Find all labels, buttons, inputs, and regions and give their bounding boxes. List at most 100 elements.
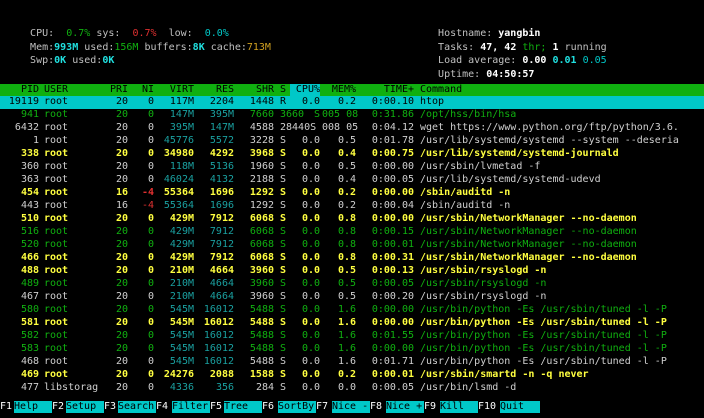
cell-pri: 20 [115,226,128,237]
cell-pri: 20 [115,213,128,224]
cell-virt: 117M [169,96,194,107]
col-command[interactable]: Command [420,84,462,96]
fkey-f10[interactable]: F10 [478,401,497,413]
fkey-f5-label[interactable]: Tree [224,401,262,413]
cell-pri: 20 [115,343,128,354]
fkey-f5[interactable]: F5 [210,401,223,413]
cell-pri: 16 [115,187,128,198]
table-row[interactable]: 1 root 20 0 45776 5572 3228 S 0.0 0.5 0:01.78/usr/… [0,135,704,148]
fkey-f8[interactable]: F8 [370,401,383,413]
cell-cpu: 0.0 [301,304,320,315]
cell-pid: 1 [32,135,39,146]
cell-virt: 55364 [163,187,194,198]
cell-mem: 0.5 [337,135,356,146]
table-row[interactable]: 510 root 20 0 429M 7912 6068 S 0.0 0.8 0:00.00/usr… [0,213,704,226]
fkey-f9[interactable]: F9 [424,401,437,413]
cell-pid: 466 [20,252,39,263]
table-row[interactable]: 466 root 20 0 429M 7912 6068 S 0.0 0.8 0:00.31/usr… [0,252,704,265]
fkey-f9-label[interactable]: Kill [440,401,478,413]
col-virt[interactable]: VIRT [158,84,194,96]
table-row[interactable]: 443 root 16 -4 55364 1696 1292 S 0.0 0.2 0:00.04/s… [0,200,704,213]
cell-time: 0:31.86 [371,109,414,120]
fkey-f7-label[interactable]: Nice - [332,401,370,413]
swp-label: Swp: [30,55,55,66]
cell-time: 0:00.00 [371,161,414,172]
fkey-f3[interactable]: F3 [104,401,117,413]
col-mem[interactable]: MEM% [322,84,356,96]
table-row[interactable]: 363 root 20 0 46024 4132 2188 S 0.0 0.4 0:00.05/us… [0,174,704,187]
table-row[interactable]: 488 root 20 0 210M 4664 3960 S 0.0 0.5 0:00.13/usr… [0,265,704,278]
cell-mem: 0.4 [337,148,356,159]
col-time[interactable]: TIME+ [360,84,414,96]
table-row[interactable]: 520 root 20 0 429M 7912 6068 S 0.0 0.8 0:00.01/usr… [0,239,704,252]
fkey-f4[interactable]: F4 [156,401,169,413]
cell-cpu: 0.0 [301,239,320,250]
col-shr[interactable]: SHR [238,84,274,96]
cell-s: S [280,187,287,198]
fkey-f3-label[interactable]: Search [118,401,156,413]
column-header: PID USER PRI NI VIRT RES SHR S CPU% MEM%… [0,84,704,96]
col-pid[interactable]: PID [0,84,39,96]
fkey-f10-label[interactable]: Quit [500,401,540,413]
col-res[interactable]: RES [198,84,234,96]
cell-time: 0:00.05 [371,278,414,289]
cell-res: 2088 [209,369,234,380]
cell-user: root [44,187,69,198]
cell-time: 0:00.15 [371,226,414,237]
table-row[interactable]: 454 root 16 -4 55364 1696 1292 S 0.0 0.2 0:00.00/s… [0,187,704,200]
fkey-f2[interactable]: F2 [52,401,65,413]
fkey-f4-label[interactable]: Filter [172,401,210,413]
fkey-f6[interactable]: F6 [262,401,275,413]
table-row[interactable]: 582 root 20 0 545M 16012 5488 S 0.0 1.6 0:01.55/us… [0,330,704,343]
table-row[interactable]: 583 root 20 0 545M 16012 5488 S 0.0 1.6 0:00.00/us… [0,343,704,356]
cell-s: S [280,174,287,185]
col-cpu[interactable]: CPU% [290,84,320,96]
cell-ni: 0 [147,148,154,159]
table-row[interactable]: 468 root 20 0 545M 16012 5488 S 0.0 1.6 0:01.71/us… [0,356,704,369]
cell-cpu: 0.0 [301,135,320,146]
cell-virt: 45776 [163,135,194,146]
table-row[interactable]: 580 root 20 0 545M 16012 5488 S 0.0 1.6 0:00.00/us… [0,304,704,317]
table-row[interactable]: 941 root 20 0 147M 395M 7660 3660 S 005 08 0:31.86… [0,109,704,122]
fkey-f6-label[interactable]: SortBy [278,401,316,413]
cache-label: cache: [210,42,247,53]
cpu-meter: CPU: 0.7% sys: 0.7% low: 0.0% [18,16,229,39]
fkey-f2-label[interactable]: Setup [66,401,104,413]
cell-cmd: /sbin/auditd -n [420,187,511,198]
col-pri[interactable]: PRI [100,84,128,96]
cell-shr: 1292 [249,187,274,198]
fkey-f7[interactable]: F7 [316,401,329,413]
cell-s: S [280,265,287,276]
cell-shr: 4588 [249,122,274,133]
table-row[interactable]: 469 root 20 0 24276 2088 1588 S 0.0 0.2 0:00.01/us… [0,369,704,382]
cell-time: 0:01.71 [371,356,414,367]
table-row[interactable]: 338 root 20 0 34980 4292 3968 S 0.0 0.4 0:00.75/us… [0,148,704,161]
cell-pid: 941 [20,109,39,120]
cell-s: S [280,278,287,289]
cell-ni: 0 [147,317,154,328]
cell-ni: -4 [141,187,154,198]
cell-mem: 0.2 [337,187,356,198]
table-row[interactable]: 360 root 20 0 118M 5136 1960 S 0.0 0.5 0:00.00/usr… [0,161,704,174]
buffers-label: buffers: [144,42,193,53]
col-user[interactable]: USER [44,84,68,96]
cell-cmd: /usr/lib/systemd/systemd-udevd [420,174,601,185]
cell-cmd: /usr/sbin/NetworkManager --no-daemon [420,239,637,250]
col-s[interactable]: S [280,84,289,96]
fkey-f8-label[interactable]: Nice + [386,401,424,413]
cell-cmd: /usr/sbin/NetworkManager --no-daemon [420,213,637,224]
fkey-f1-label[interactable]: Help [14,401,52,413]
table-row[interactable]: 489 root 20 0 210M 4664 3960 S 0.0 0.5 0:00.05/usr… [0,278,704,291]
table-row[interactable]: 467 root 20 0 210M 4664 3960 S 0.0 0.5 0:00.20/usr… [0,291,704,304]
fkey-f1[interactable]: F1 [0,401,13,413]
table-row[interactable]: 581 root 20 0 545M 16012 5488 S 0.0 1.6 0:00.00/us… [0,317,704,330]
table-row[interactable]: 516 root 20 0 429M 7912 6068 S 0.0 0.8 0:00.15/usr… [0,226,704,239]
cell-cmd: /usr/sbin/rsyslogd -n [420,278,547,289]
table-row[interactable]: 477 libstorag 20 0 4336 356 284 S 0.0 0.0 0:00.05 /… [0,382,704,395]
process-row-selected[interactable]: 19119 root 20 0 117M 2204 1448 R 0.0 0.2 0:00.10 ht… [0,96,704,109]
cell-pri: 20 [115,304,128,315]
col-ni[interactable]: NI [130,84,154,96]
cell-user: root [44,161,69,172]
table-row[interactable]: 6432 root 20 0 395M 147M 4588 28440S 008 05 0:04.… [0,122,704,135]
cell-shr: 284 [255,382,274,393]
